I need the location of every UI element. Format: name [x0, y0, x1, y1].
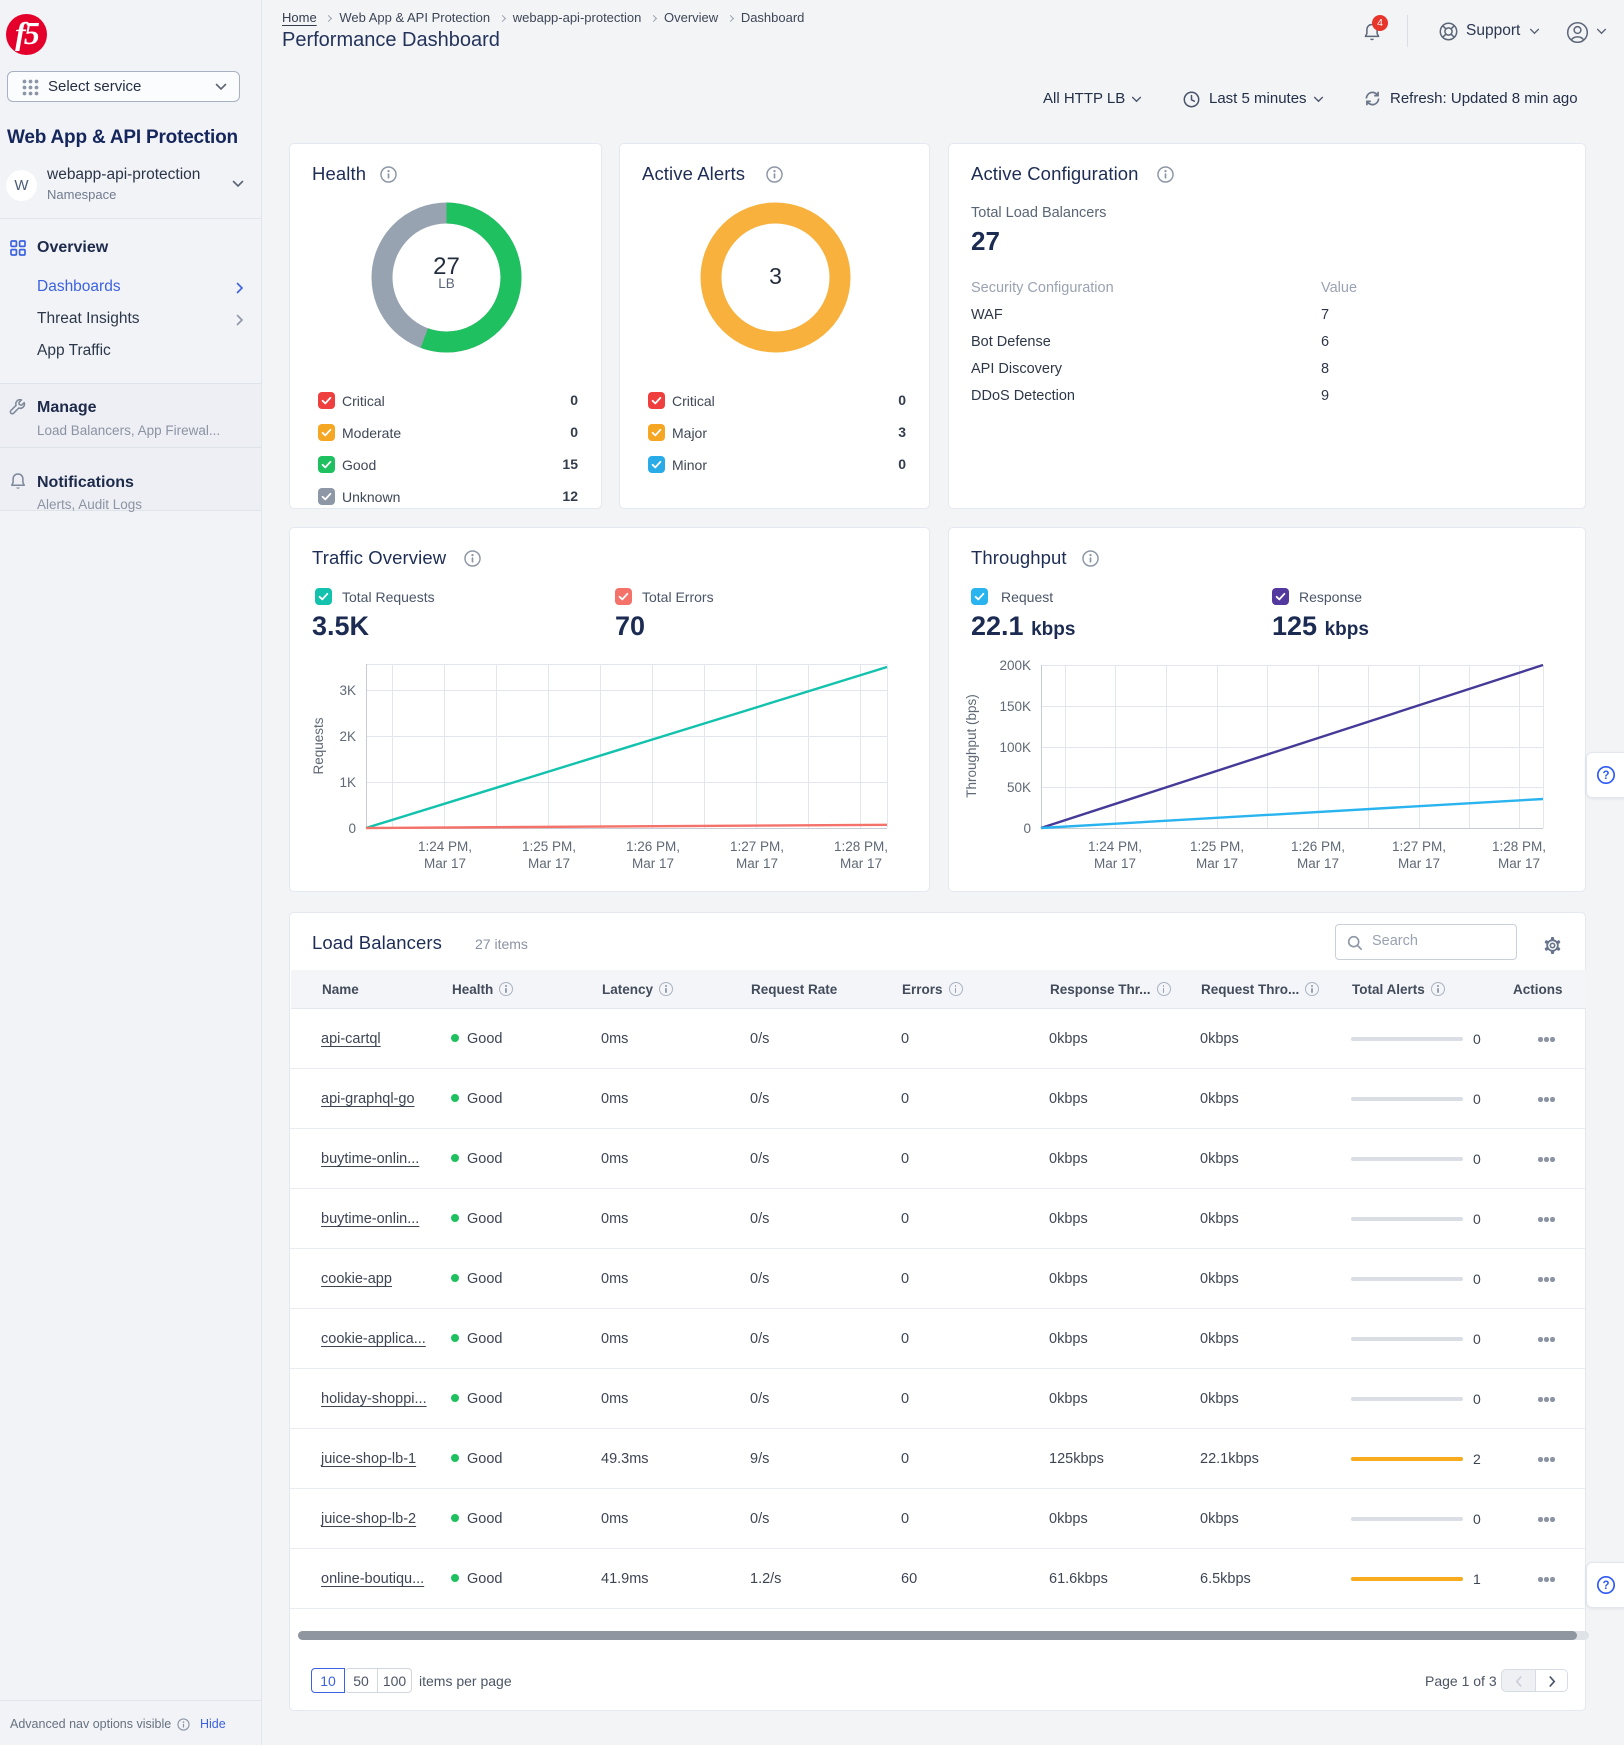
svg-text:1:25 PM,: 1:25 PM, — [522, 839, 576, 854]
svg-text:3K: 3K — [339, 683, 356, 698]
svg-text:Mar 17: Mar 17 — [632, 856, 674, 871]
svg-text:50K: 50K — [1007, 780, 1031, 795]
svg-text:Mar 17: Mar 17 — [528, 856, 570, 871]
svg-text:Mar 17: Mar 17 — [424, 856, 466, 871]
svg-text:1:28 PM,: 1:28 PM, — [834, 839, 888, 854]
svg-text:0: 0 — [1023, 821, 1031, 836]
svg-text:Mar 17: Mar 17 — [1094, 856, 1136, 871]
svg-text:1:24 PM,: 1:24 PM, — [418, 839, 472, 854]
svg-text:1:27 PM,: 1:27 PM, — [730, 839, 784, 854]
svg-text:Throughput (bps): Throughput (bps) — [964, 694, 979, 798]
svg-text:1:28 PM,: 1:28 PM, — [1492, 839, 1546, 854]
svg-text:Mar 17: Mar 17 — [1498, 856, 1540, 871]
svg-text:200K: 200K — [999, 658, 1031, 673]
svg-text:1:27 PM,: 1:27 PM, — [1392, 839, 1446, 854]
svg-text:Requests: Requests — [311, 717, 326, 774]
svg-text:100K: 100K — [999, 740, 1031, 755]
svg-text:1:26 PM,: 1:26 PM, — [1291, 839, 1345, 854]
svg-text:1:26 PM,: 1:26 PM, — [626, 839, 680, 854]
svg-text:150K: 150K — [999, 699, 1031, 714]
svg-text:1K: 1K — [339, 775, 356, 790]
svg-text:Mar 17: Mar 17 — [840, 856, 882, 871]
svg-text:1:25 PM,: 1:25 PM, — [1190, 839, 1244, 854]
svg-text:1:24 PM,: 1:24 PM, — [1088, 839, 1142, 854]
svg-text:?: ? — [1602, 770, 1609, 782]
svg-text:Mar 17: Mar 17 — [1398, 856, 1440, 871]
svg-text:?: ? — [1602, 1580, 1609, 1592]
svg-text:0: 0 — [348, 821, 356, 836]
svg-text:Mar 17: Mar 17 — [1196, 856, 1238, 871]
svg-text:2K: 2K — [339, 729, 356, 744]
svg-text:Mar 17: Mar 17 — [1297, 856, 1339, 871]
svg-text:Mar 17: Mar 17 — [736, 856, 778, 871]
